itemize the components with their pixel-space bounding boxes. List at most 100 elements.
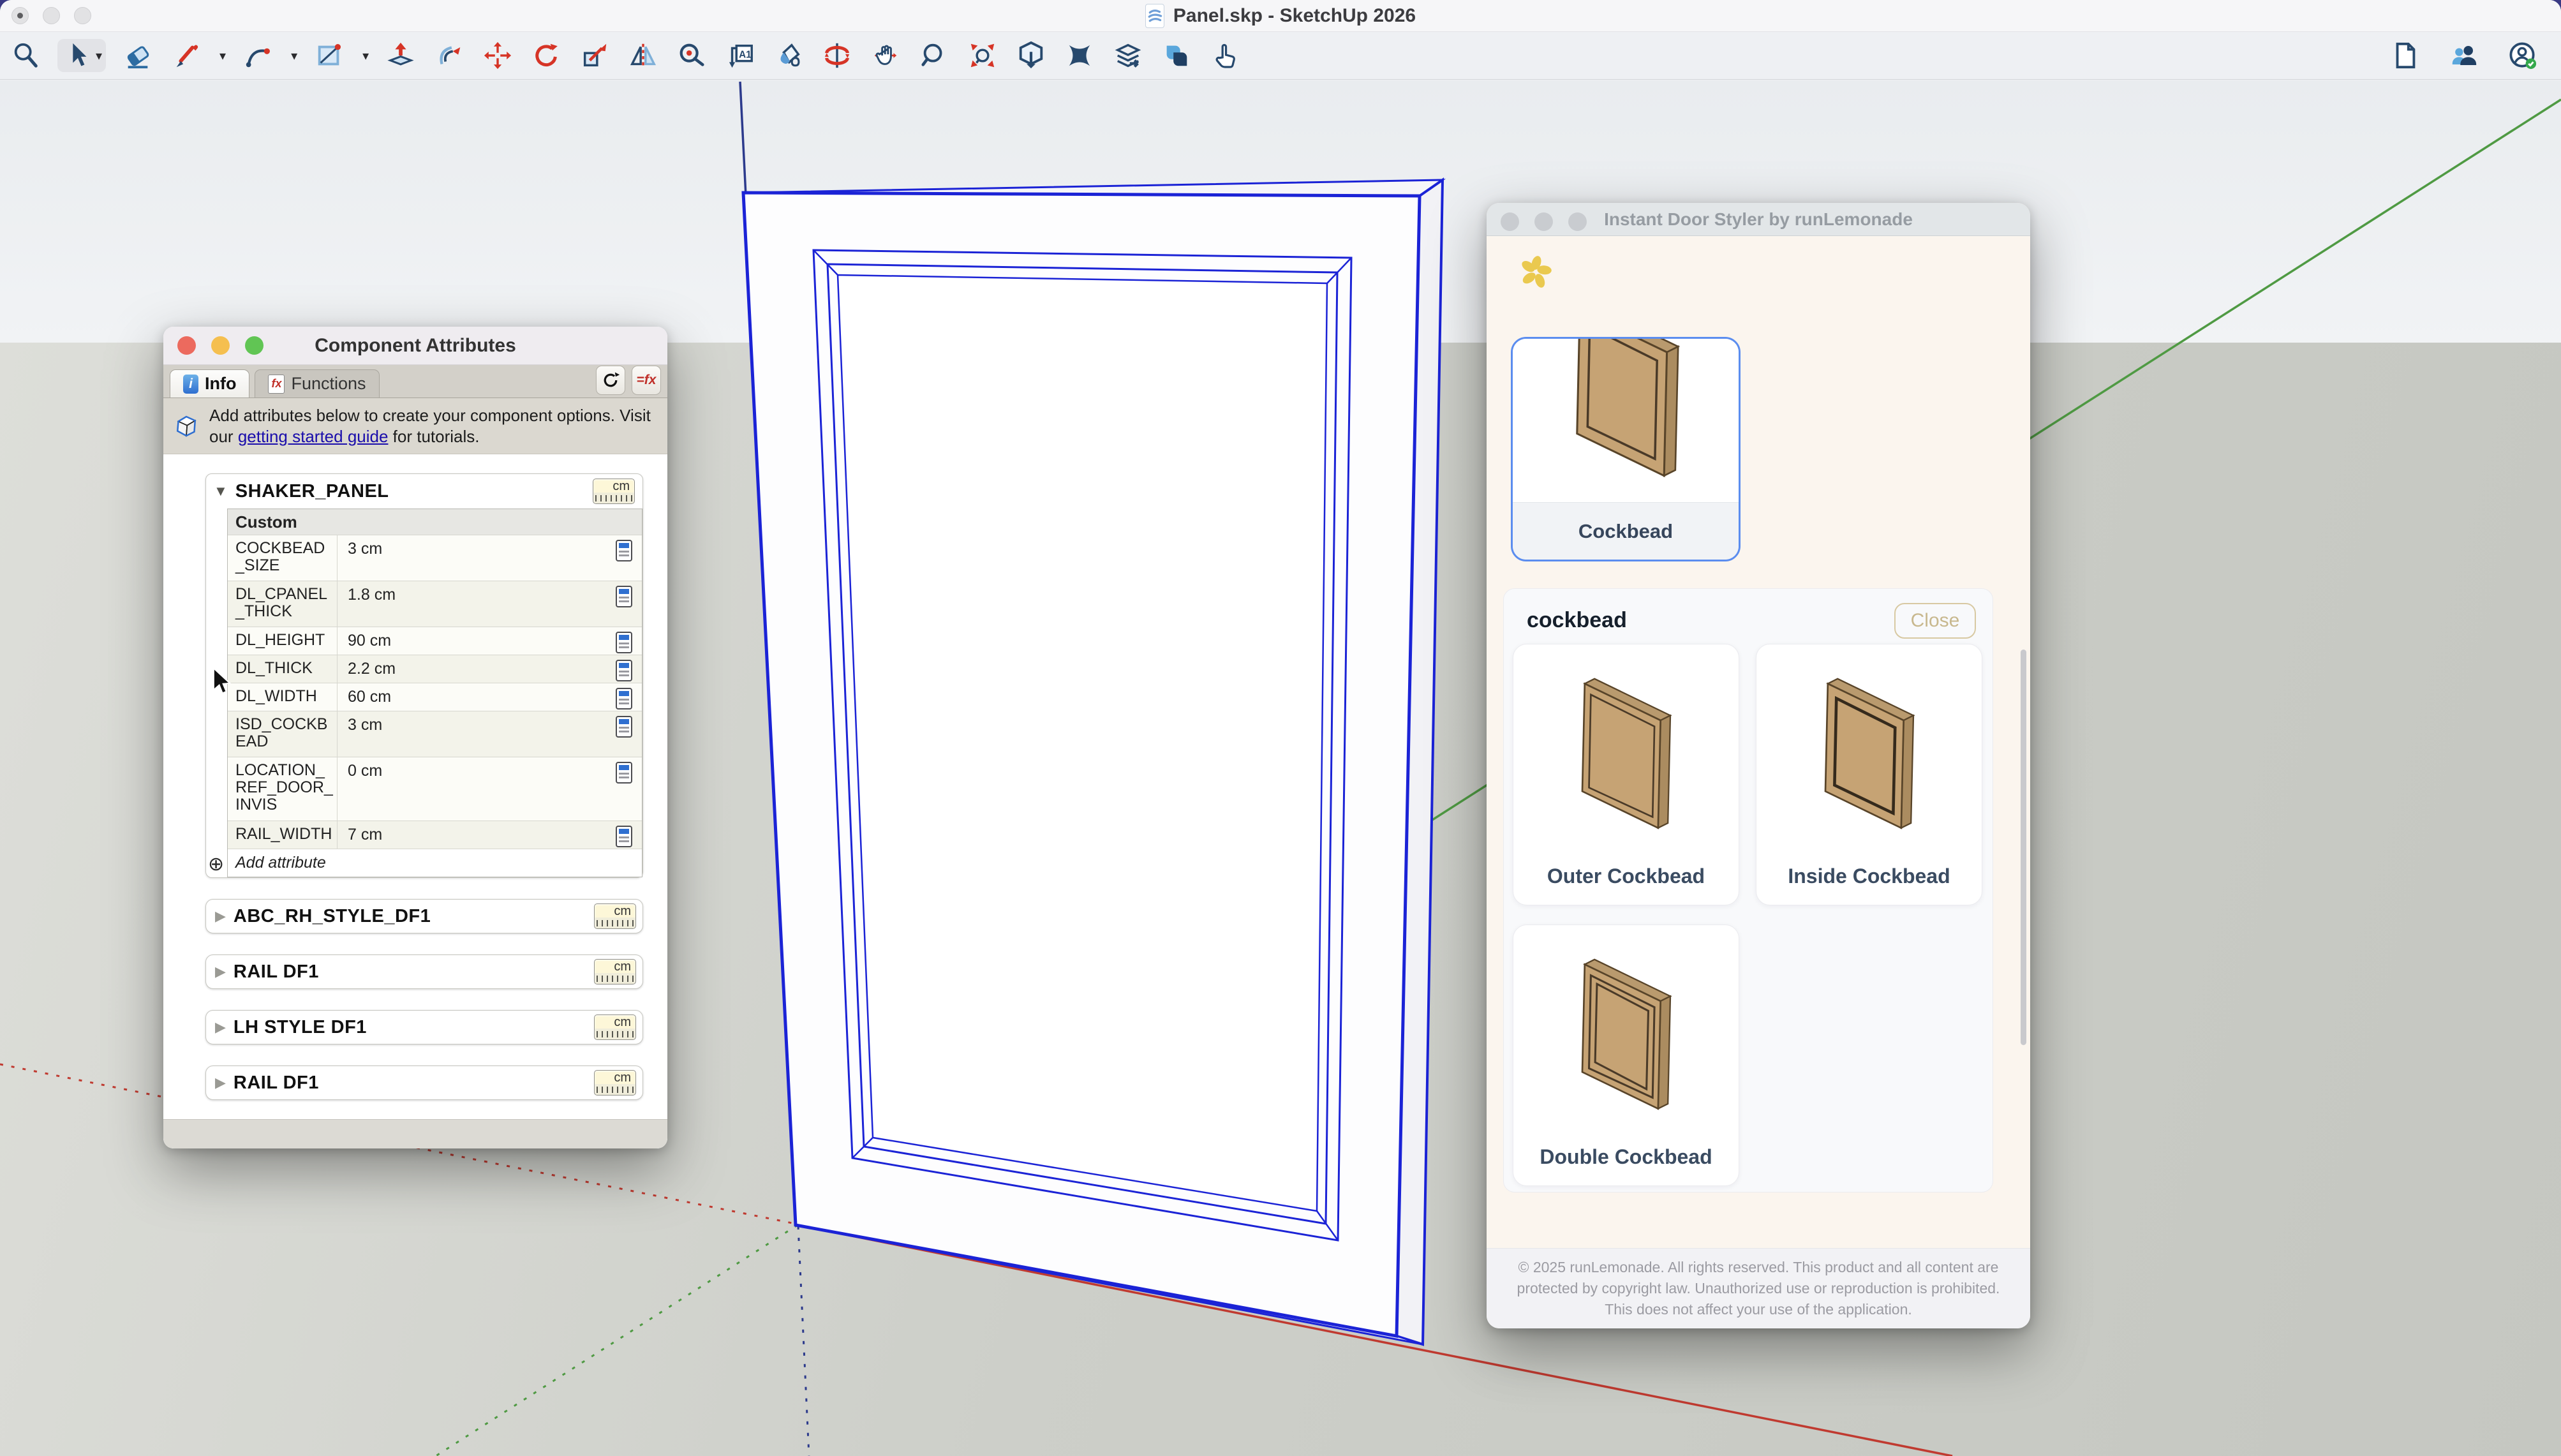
expand-triangle-icon[interactable]: ▶ bbox=[215, 1019, 226, 1036]
selected-style-card[interactable]: Cockbead bbox=[1511, 337, 1741, 561]
unit-cm-badge[interactable]: cm bbox=[594, 903, 636, 929]
table-row: COCKBEAD_SIZE 3 cm bbox=[228, 535, 642, 581]
attribute-name: DL_THICK bbox=[228, 655, 338, 683]
attribute-name: LOCATION_REF_DOOR_INVIS bbox=[228, 757, 338, 821]
attribute-value[interactable]: 1.8 cm bbox=[338, 581, 606, 627]
dialog-zoom-button[interactable] bbox=[1568, 212, 1587, 231]
tab-functions[interactable]: fx Functions bbox=[255, 369, 379, 397]
door-styler-titlebar[interactable]: Instant Door Styler by runLemonade bbox=[1487, 203, 2030, 236]
dialog-close-button[interactable] bbox=[177, 336, 196, 355]
attributes-help-text: Add attributes below to create your comp… bbox=[209, 405, 657, 447]
attribute-value[interactable]: 0 cm bbox=[338, 757, 606, 821]
attributes-content: ▼ SHAKER_PANEL cm Custom COCKBEAD_SIZE 3… bbox=[163, 454, 667, 1148]
tab-info-label: Info bbox=[205, 374, 236, 394]
section-bar-lh-style-df1[interactable]: ▶ LH STYLE DF1 cm bbox=[205, 1010, 643, 1044]
formula-detail-icon[interactable] bbox=[616, 632, 632, 653]
option-label: Double Cockbead bbox=[1513, 1145, 1739, 1169]
cockbead-thumbnail bbox=[1513, 339, 1739, 506]
shaker-panel-section: ▼ SHAKER_PANEL cm Custom COCKBEAD_SIZE 3… bbox=[205, 473, 643, 878]
unit-cm-badge[interactable]: cm bbox=[594, 1070, 636, 1096]
runlemonade-logo-icon bbox=[1518, 254, 1554, 290]
add-attribute-label[interactable]: Add attribute bbox=[228, 854, 326, 872]
functions-icon: fx bbox=[268, 375, 285, 394]
expand-triangle-icon[interactable]: ▶ bbox=[215, 1074, 226, 1091]
attribute-value[interactable]: 7 cm bbox=[338, 821, 606, 849]
dialog-title: Component Attributes bbox=[315, 335, 516, 357]
table-row: RAIL_WIDTH 7 cm bbox=[228, 821, 642, 849]
selected-style-label: Cockbead bbox=[1513, 502, 1739, 560]
table-row: DL_THICK 2.2 cm bbox=[228, 655, 642, 683]
component-cube-icon bbox=[174, 406, 199, 447]
attribute-value[interactable]: 90 cm bbox=[338, 627, 606, 655]
formula-detail-icon[interactable] bbox=[616, 586, 632, 607]
table-row: DL_HEIGHT 90 cm bbox=[228, 627, 642, 655]
dialog-minimize-button[interactable] bbox=[1534, 212, 1553, 231]
section-bar-rail-df1[interactable]: ▶ RAIL DF1 cm bbox=[205, 955, 643, 989]
cockbead-panel-title: cockbead bbox=[1527, 608, 1627, 633]
table-row: DL_CPANEL_THICK 1.8 cm bbox=[228, 581, 642, 627]
close-button[interactable]: Close bbox=[1894, 603, 1976, 639]
option-card-double-cockbead[interactable]: Double Cockbead bbox=[1513, 925, 1739, 1186]
expand-triangle-icon[interactable]: ▶ bbox=[215, 963, 226, 980]
unit-cm-badge[interactable]: cm bbox=[593, 479, 635, 504]
outer-cockbead-thumbnail bbox=[1553, 666, 1700, 848]
attribute-value[interactable]: 2.2 cm bbox=[338, 655, 606, 683]
formula-detail-icon[interactable] bbox=[616, 660, 632, 681]
info-icon: i bbox=[183, 375, 198, 394]
refresh-button[interactable] bbox=[596, 366, 625, 395]
formula-icon: =fx bbox=[637, 373, 657, 388]
formula-detail-icon[interactable] bbox=[616, 762, 632, 784]
option-label: Inside Cockbead bbox=[1756, 865, 1982, 888]
table-row: DL_WIDTH 60 cm bbox=[228, 683, 642, 711]
tab-info[interactable]: i Info bbox=[170, 369, 249, 397]
scrollbar-thumb[interactable] bbox=[2021, 650, 2026, 1045]
option-card-outer-cockbead[interactable]: Outer Cockbead bbox=[1513, 644, 1739, 905]
attribute-name: ISD_COCKBEAD bbox=[228, 711, 338, 757]
dialog-close-button[interactable] bbox=[1501, 212, 1519, 231]
group-header-custom: Custom bbox=[228, 509, 642, 535]
tab-functions-label: Functions bbox=[291, 374, 366, 394]
add-attribute-icon[interactable]: ⊕ bbox=[208, 853, 224, 875]
instant-door-styler-dialog: Instant Door Styler by runLemonade bbox=[1487, 203, 2030, 1328]
unit-cm-badge[interactable]: cm bbox=[594, 1014, 636, 1040]
component-attributes-dialog: Component Attributes i Info fx Functions… bbox=[163, 327, 667, 1148]
attribute-name: COCKBEAD_SIZE bbox=[228, 535, 338, 581]
cockbead-panel: cockbead Close Outer Cockbead I bbox=[1503, 588, 1993, 1192]
attribute-value[interactable]: 3 cm bbox=[338, 711, 606, 757]
attributes-tab-strip: i Info fx Functions =fx bbox=[163, 365, 667, 398]
formula-detail-icon[interactable] bbox=[616, 826, 632, 847]
attribute-name: DL_WIDTH bbox=[228, 683, 338, 711]
formula-detail-icon[interactable] bbox=[616, 688, 632, 709]
sketchup-window: Panel.skp - SketchUp 2026 ▾ ▾ bbox=[0, 0, 2561, 1456]
attribute-name: DL_HEIGHT bbox=[228, 627, 338, 655]
attributes-info-banner: Add attributes below to create your comp… bbox=[163, 398, 667, 454]
refresh-icon bbox=[601, 371, 620, 390]
door-styler-title: Instant Door Styler by runLemonade bbox=[1604, 209, 1913, 230]
collapse-triangle-icon[interactable]: ▼ bbox=[214, 483, 228, 500]
section-bar-abc-rh-style[interactable]: ▶ ABC_RH_STYLE_DF1 cm bbox=[205, 899, 643, 933]
component-attributes-titlebar[interactable]: Component Attributes bbox=[163, 327, 667, 365]
table-row: LOCATION_REF_DOOR_INVIS 0 cm bbox=[228, 757, 642, 821]
formula-detail-icon[interactable] bbox=[616, 716, 632, 738]
attribute-value[interactable]: 60 cm bbox=[338, 683, 606, 711]
dialog-resize-strip[interactable] bbox=[163, 1119, 667, 1148]
formula-detail-icon[interactable] bbox=[616, 540, 632, 561]
dialog-minimize-button[interactable] bbox=[211, 336, 230, 355]
expand-triangle-icon[interactable]: ▶ bbox=[215, 908, 226, 925]
attributes-table: Custom COCKBEAD_SIZE 3 cm DL_CPANEL_THIC… bbox=[227, 509, 642, 877]
add-attribute-row[interactable]: ⊕ Add attribute bbox=[228, 849, 642, 877]
unit-cm-badge[interactable]: cm bbox=[594, 959, 636, 984]
option-card-inside-cockbead[interactable]: Inside Cockbead bbox=[1756, 644, 1982, 905]
inside-cockbead-thumbnail bbox=[1796, 666, 1943, 848]
attribute-name: DL_CPANEL_THICK bbox=[228, 581, 338, 627]
table-row: ISD_COCKBEAD 3 cm bbox=[228, 711, 642, 757]
toggle-formula-button[interactable]: =fx bbox=[632, 366, 661, 395]
shaker-panel-header[interactable]: ▼ SHAKER_PANEL cm bbox=[206, 474, 642, 509]
mouse-cursor bbox=[212, 667, 234, 698]
getting-started-link[interactable]: getting started guide bbox=[238, 427, 389, 446]
attribute-value[interactable]: 3 cm bbox=[338, 535, 606, 581]
section-bar-rail-df1-2[interactable]: ▶ RAIL DF1 cm bbox=[205, 1066, 643, 1100]
shaker-panel-name: SHAKER_PANEL bbox=[235, 481, 389, 502]
double-cockbead-thumbnail bbox=[1553, 947, 1700, 1129]
dialog-zoom-button[interactable] bbox=[245, 336, 264, 355]
